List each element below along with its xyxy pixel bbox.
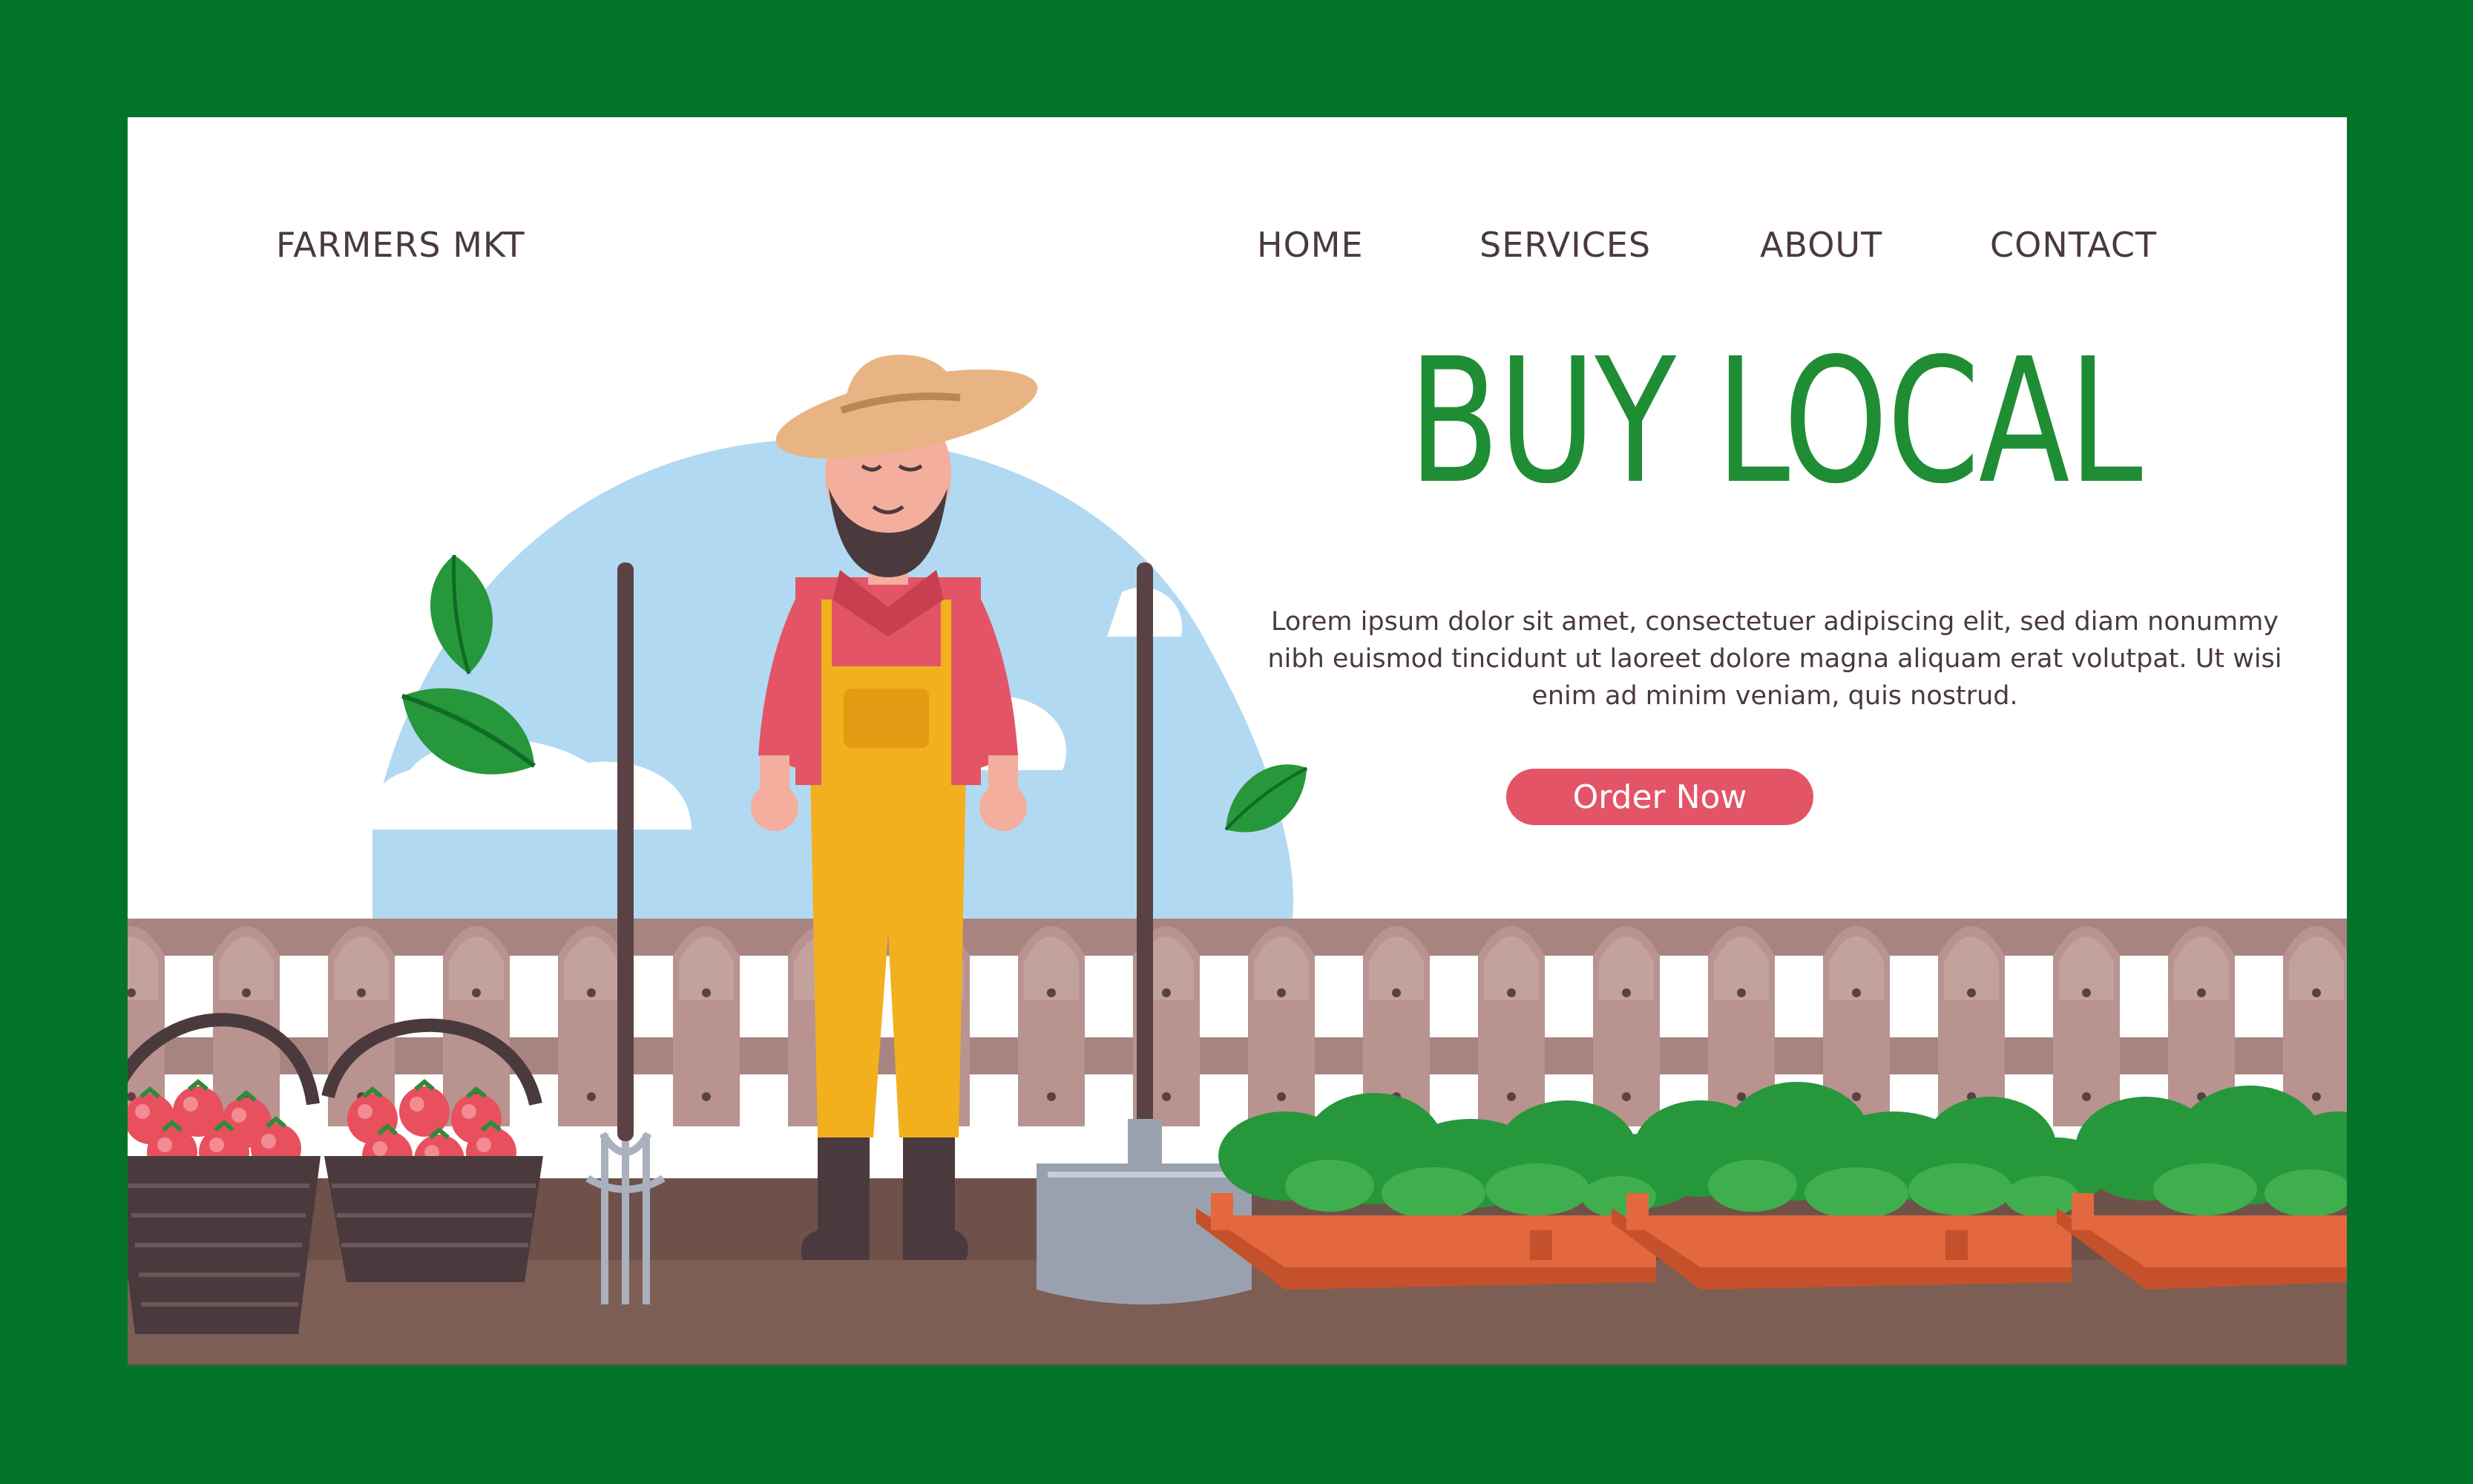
- hero-body-text: Lorem ipsum dolor sit amet, consectetuer…: [1267, 607, 2282, 711]
- nav-contact[interactable]: CONTACT: [1990, 225, 2157, 265]
- nav-about[interactable]: ABOUT: [1760, 225, 1882, 265]
- hero-headline: BUY LOCAL: [1408, 321, 2143, 522]
- nav-home[interactable]: HOME: [1257, 225, 1364, 265]
- planter-box-icon: [1612, 1082, 2109, 1290]
- farm-illustration: [128, 355, 2347, 1365]
- order-now-button[interactable]: Order Now: [1506, 769, 1813, 825]
- landing-page-card: FARMERS MKT HOME SERVICES ABOUT CONTACT …: [128, 117, 2347, 1365]
- main-nav: HOME SERVICES ABOUT CONTACT: [128, 225, 2347, 269]
- nav-services[interactable]: SERVICES: [1479, 225, 1651, 265]
